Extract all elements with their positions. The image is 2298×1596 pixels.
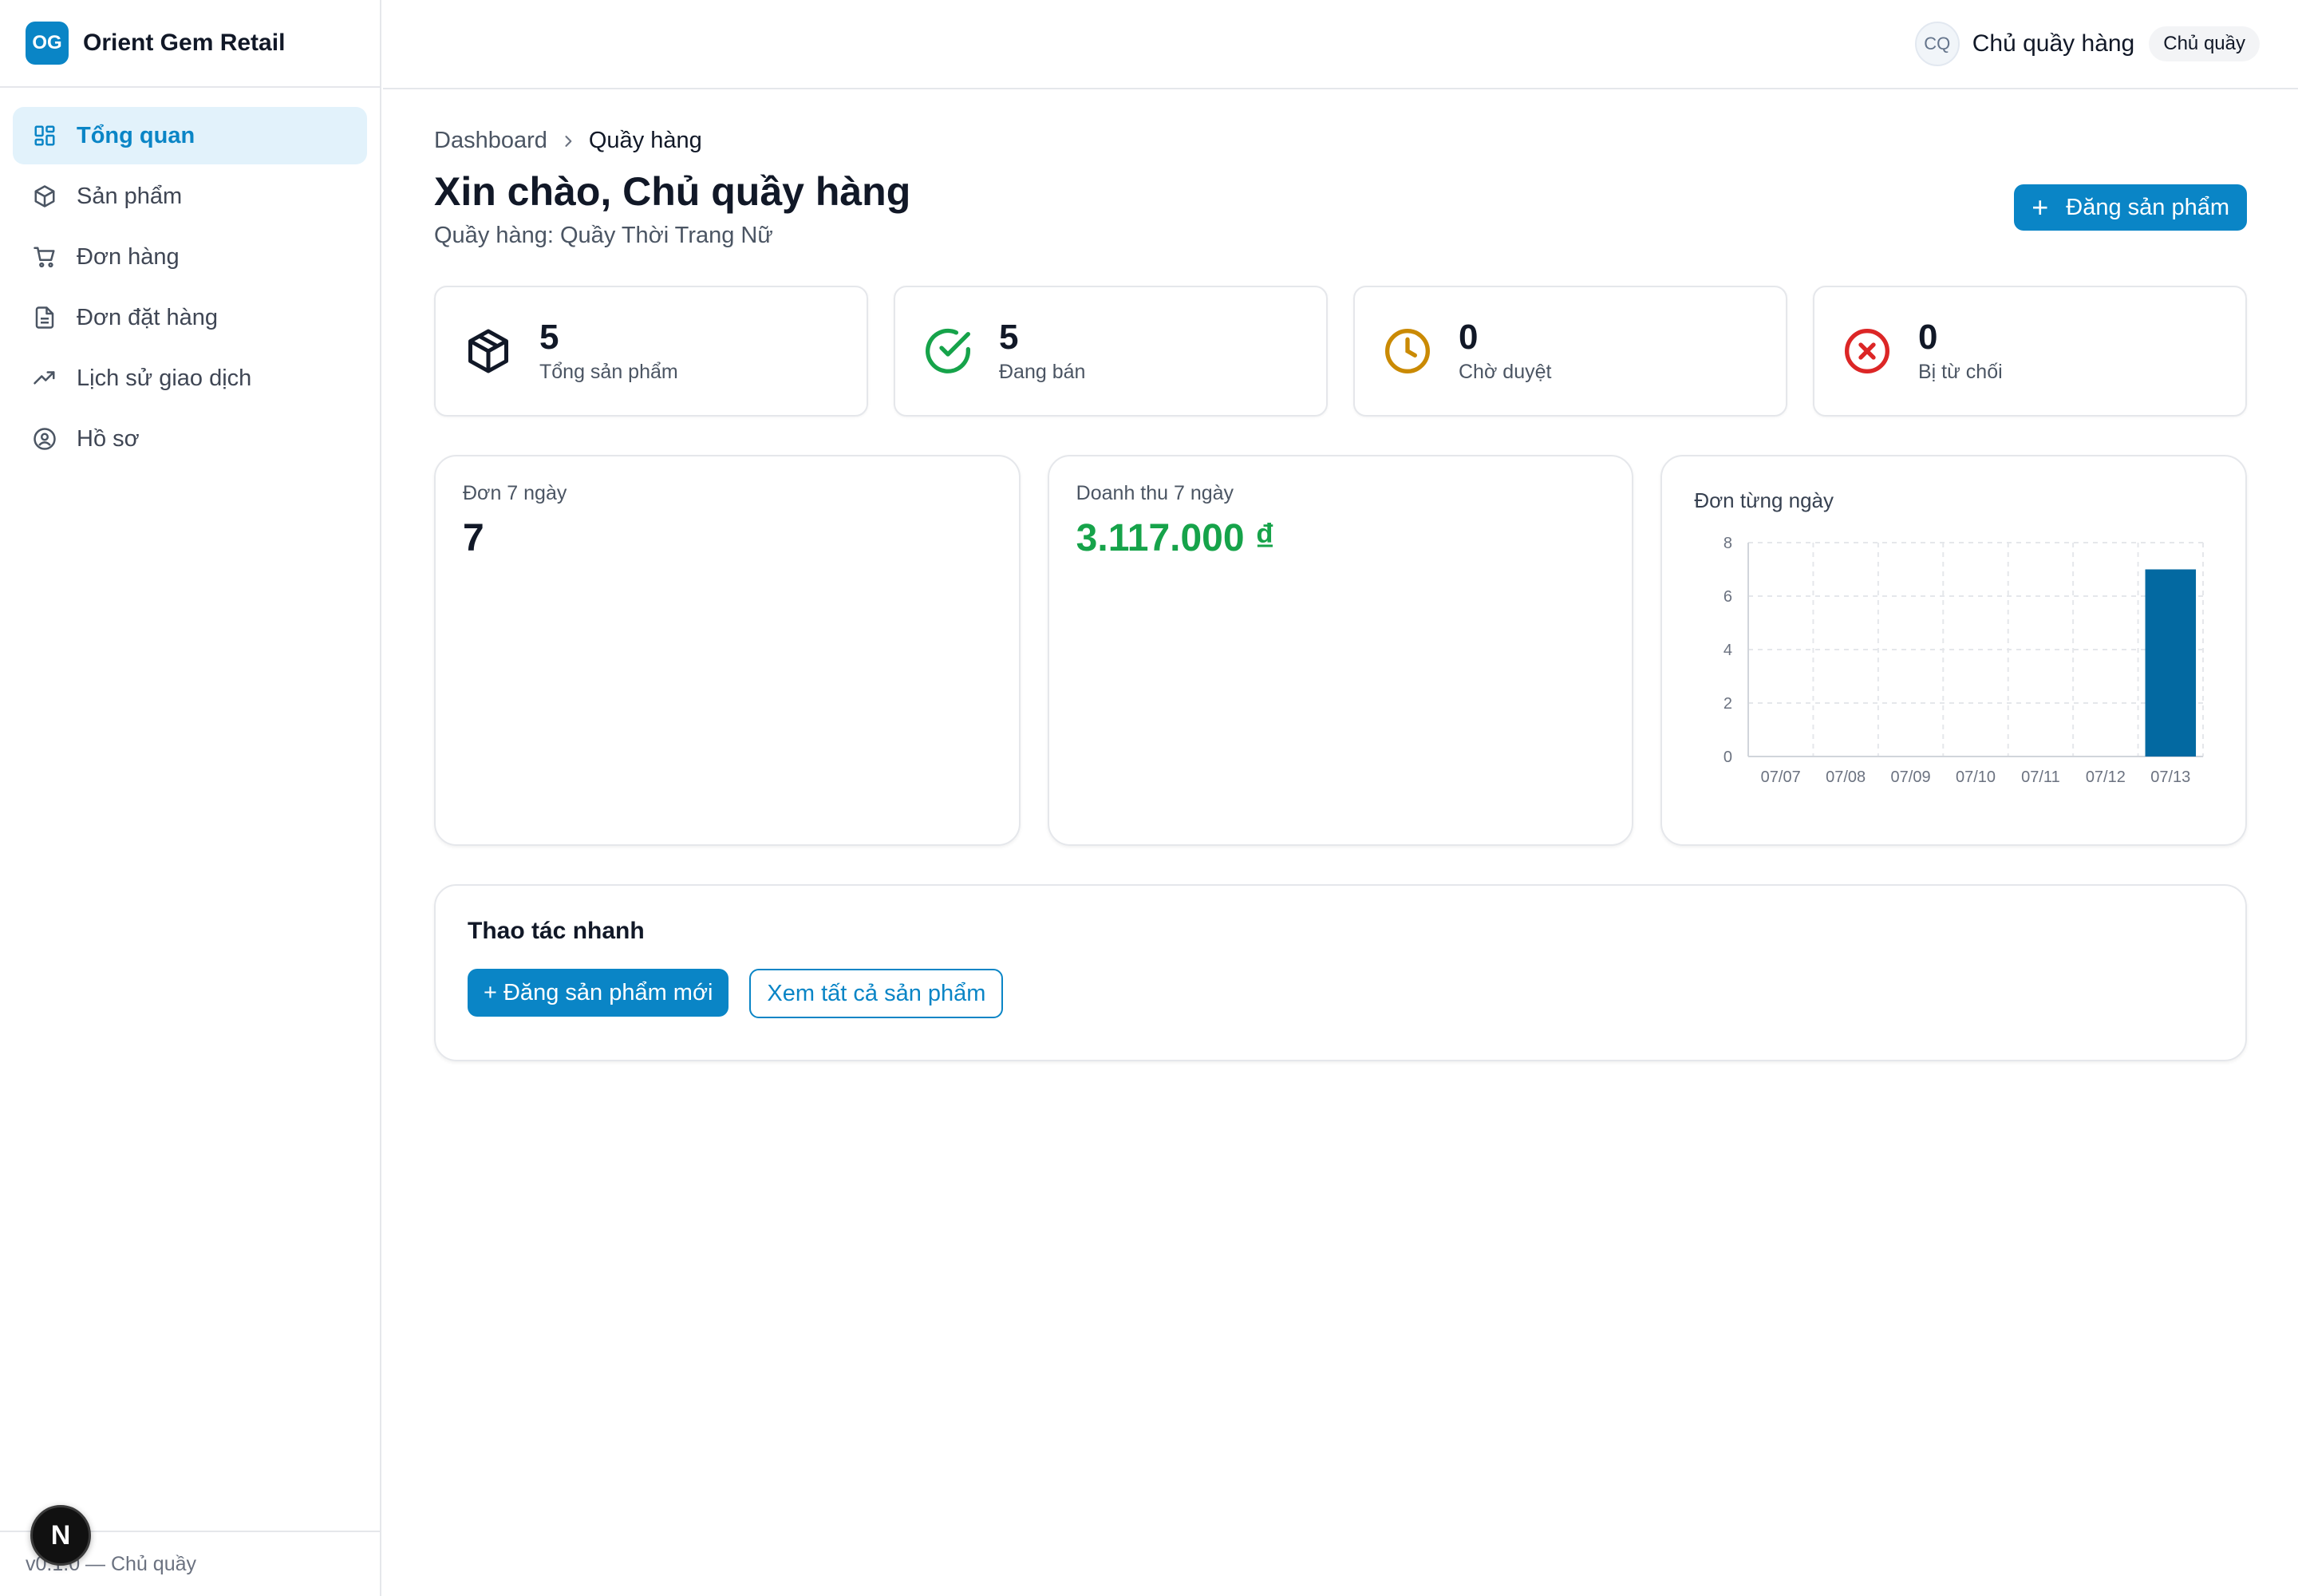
breadcrumb-root-link[interactable]: Dashboard (434, 128, 547, 154)
chart-y-tick-label: 6 (1724, 588, 1732, 606)
breadcrumb: Dashboard Quầy hàng (434, 128, 2247, 154)
stat-label: Bị từ chối (1918, 360, 2003, 383)
stat-card-rejected: 0 Bị từ chối (1813, 286, 2247, 417)
quick-actions-panel: Thao tác nhanh + Đăng sản phẩm mới Xem t… (434, 884, 2247, 1061)
box-icon (463, 326, 514, 377)
sidebar-item-label: Đơn hàng (77, 243, 180, 270)
avatar[interactable]: CQ (1914, 22, 1960, 66)
daily-orders-chart-panel: Đơn từng ngày 0 2 4 6 8 07/07 07/08 07/09 07/10 0… (1660, 455, 2248, 846)
sidebar-item-label: Sản phẩm (77, 183, 183, 209)
stat-card-total-products: 5 Tổng sản phẩm (434, 286, 868, 417)
brand[interactable]: OG Orient Gem Retail (0, 0, 380, 88)
stat-card-on-sale: 5 Đang bán (894, 286, 1328, 417)
check-circle-icon (922, 326, 973, 377)
panel-label: Doanh thu 7 ngày (1076, 482, 1234, 504)
chart-y-tick-label: 4 (1724, 642, 1732, 659)
stat-label: Đang bán (999, 360, 1086, 383)
chart-x-tick-label: 07/07 (1761, 768, 1801, 786)
chart-bar (2145, 569, 2197, 757)
sidebar-item-label: Tổng quan (77, 122, 195, 148)
trending-up-icon (32, 365, 57, 391)
chart-x-tick-label: 07/09 (1891, 768, 1931, 786)
chart-y-tick-label: 0 (1724, 749, 1732, 766)
sidebar-item-profile[interactable]: Hồ sơ (13, 410, 367, 468)
stat-card-pending: 0 Chờ duyệt (1353, 286, 1787, 417)
chart-title: Đơn từng ngày (1694, 488, 1834, 512)
orders-7-days-panel: Đơn 7 ngày 7 (434, 455, 1021, 846)
stat-value: 0 (1918, 318, 1938, 358)
title-row: Xin chào, Chủ quầy hàng Quầy hàng: Quầy … (434, 168, 2247, 249)
sidebar: OG Orient Gem Retail Tổng quan Sản phẩm … (0, 0, 381, 1596)
x-circle-icon (1842, 326, 1893, 377)
cart-icon (32, 244, 57, 270)
chart-y-tick-label: 8 (1724, 535, 1732, 552)
document-icon (32, 305, 57, 330)
clock-icon (1382, 326, 1433, 377)
dashboard-grid-icon (32, 123, 57, 148)
main-content: Dashboard Quầy hàng Xin chào, Chủ quầy h… (434, 89, 2248, 1061)
sidebar-item-transactions[interactable]: Lịch sử giao dịch (13, 350, 367, 407)
breadcrumb-current: Quầy hàng (588, 128, 702, 153)
user-circle-icon (32, 426, 57, 452)
post-new-product-button[interactable]: + Đăng sản phẩm mới (468, 969, 729, 1017)
plus-icon: + (2031, 191, 2049, 223)
stat-label: Chờ duyệt (1459, 360, 1552, 383)
chart-x-tick-label: 07/08 (1826, 768, 1866, 786)
brand-logo: OG (26, 22, 69, 65)
page-title: Xin chào, Chủ quầy hàng (434, 169, 911, 214)
panel-label: Đơn 7 ngày (463, 482, 567, 504)
sidebar-item-label: Đơn đặt hàng (77, 304, 219, 330)
quick-actions: + Đăng sản phẩm mới Xem tất cả sản phẩm (468, 969, 2213, 1018)
orders-7-days-value: 7 (463, 517, 484, 559)
stats-row: 5 Tổng sản phẩm 5 Đang bán 0 Chờ duyệt 0… (434, 286, 2247, 417)
sidebar-nav: Tổng quan Sản phẩm Đơn hàng Đơn đặt hàng… (0, 88, 380, 490)
chart-x-tick-label: 07/13 (2151, 768, 2191, 786)
brand-name: Orient Gem Retail (83, 30, 286, 56)
post-product-button[interactable]: + Đăng sản phẩm (2014, 184, 2247, 231)
topbar: CQ Chủ quầy hàng Chủ quầy (383, 0, 2298, 89)
role-badge: Chủ quầy (2149, 26, 2260, 61)
summary-panels: Đơn 7 ngày 7 Doanh thu 7 ngày 3.117.000 … (434, 455, 2248, 846)
quick-actions-title: Thao tác nhanh (468, 918, 645, 944)
chart-x-tick-label: 07/10 (1956, 768, 1996, 786)
daily-orders-chart: 0 2 4 6 8 07/07 07/08 07/09 07/10 07/11 07/12 07/13 (1724, 535, 2205, 786)
chart-x-tick-label: 07/12 (2086, 768, 2126, 786)
sidebar-item-label: Hồ sơ (77, 425, 140, 452)
stat-value: 5 (539, 318, 559, 358)
revenue-7-days-panel: Doanh thu 7 ngày 3.117.000 ₫ (1047, 455, 1634, 846)
next-devtools-button[interactable]: N (30, 1505, 91, 1566)
chart-y-tick-label: 2 (1724, 695, 1732, 713)
chevron-right-icon (560, 133, 576, 149)
chart-x-tick-label: 07/11 (2021, 768, 2060, 786)
box-icon (32, 184, 57, 209)
stat-value: 0 (1459, 318, 1479, 358)
view-all-products-button[interactable]: Xem tất cả sản phẩm (749, 969, 1004, 1018)
page-subtitle: Quầy hàng: Quầy Thời Trang Nữ (434, 223, 773, 248)
revenue-7-days-value: 3.117.000 ₫ (1076, 517, 1275, 559)
stat-label: Tổng sản phẩm (539, 360, 678, 383)
sidebar-item-label: Lịch sử giao dịch (77, 365, 252, 391)
stat-value: 5 (999, 318, 1019, 358)
sidebar-item-products[interactable]: Sản phẩm (13, 168, 367, 225)
user-name[interactable]: Chủ quầy hàng (1972, 30, 2135, 57)
sidebar-item-purchase-orders[interactable]: Đơn đặt hàng (13, 289, 367, 346)
post-product-button-label: Đăng sản phẩm (2066, 194, 2229, 220)
sidebar-item-overview[interactable]: Tổng quan (13, 107, 367, 164)
sidebar-item-orders[interactable]: Đơn hàng (13, 228, 367, 286)
